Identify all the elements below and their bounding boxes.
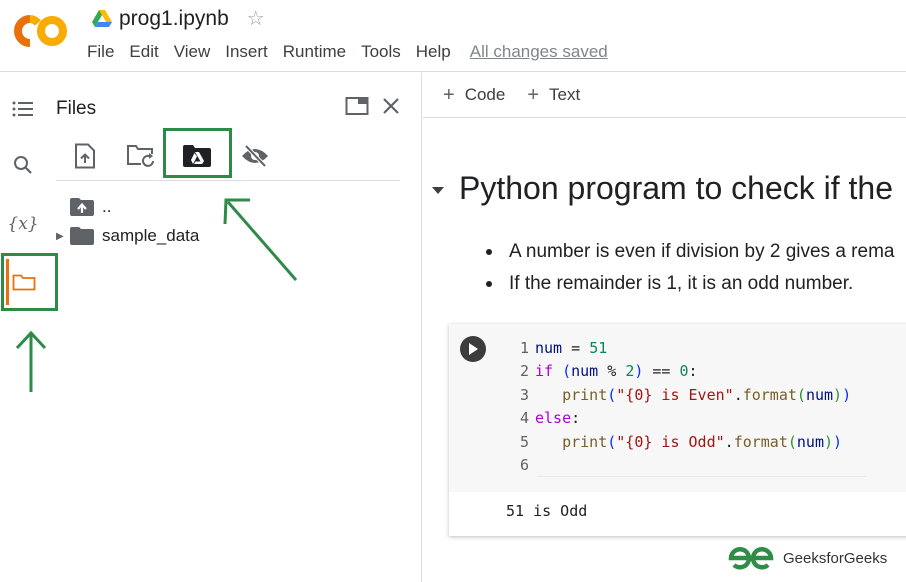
add-text-cell-button[interactable]: + Text: [527, 84, 580, 107]
upload-file-icon: [75, 143, 95, 169]
open-in-tab-button[interactable]: [344, 93, 370, 119]
code-line: 5 print("{0} is Odd". format(num)): [519, 432, 843, 451]
code-line: 2 if (num % 2) == 0:: [519, 362, 698, 381]
refresh-button[interactable]: [126, 141, 156, 171]
notebook-title[interactable]: prog1.ipynb: [119, 7, 229, 31]
hide-files-icon: [242, 144, 268, 168]
section-heading: Python program to check if the: [459, 170, 893, 206]
add-code-cell-button[interactable]: + Code: [443, 84, 505, 107]
menu-tools[interactable]: Tools: [361, 42, 401, 62]
folder-icon: [70, 227, 94, 245]
search-button[interactable]: [0, 153, 46, 177]
run-cell-button[interactable]: [460, 336, 486, 362]
upload-file-button[interactable]: [70, 141, 100, 171]
bullet-list: A number is even if division by 2 gives …: [486, 236, 894, 300]
code-line: 4 else:: [519, 409, 581, 428]
expand-caret-icon[interactable]: ▶: [56, 231, 70, 242]
tree-item-parent[interactable]: ..: [56, 195, 111, 219]
menu-insert[interactable]: Insert: [225, 42, 268, 62]
tree-item-label: sample_data: [102, 226, 200, 245]
colab-logo[interactable]: [14, 12, 70, 50]
menu-bar: File Edit View Insert Runtime Tools Help…: [87, 42, 608, 62]
open-in-tab-icon: [345, 97, 369, 115]
menu-file[interactable]: File: [87, 42, 114, 62]
files-panel: Files .. ▶ sample_data: [46, 73, 422, 582]
search-icon: [14, 156, 32, 174]
close-icon: [383, 98, 399, 114]
menu-edit[interactable]: Edit: [129, 42, 158, 62]
header: prog1.ipynb ☆ File Edit View Insert Runt…: [0, 0, 906, 72]
cell-output: 51 is Odd: [506, 502, 588, 520]
plus-icon: +: [443, 83, 455, 106]
menu-runtime[interactable]: Runtime: [283, 42, 346, 62]
annotation-box-mount-drive: [163, 128, 232, 178]
close-panel-button[interactable]: [378, 93, 404, 119]
tree-item-sample-data[interactable]: ▶ sample_data: [56, 224, 199, 248]
files-panel-title: Files: [56, 98, 97, 119]
list-item: If the remainder is 1, it is an odd numb…: [486, 268, 894, 300]
notebook-toolbar: + Code + Text: [423, 73, 906, 118]
watermark-text: GeeksforGeeks: [783, 549, 888, 567]
variables-icon: {x}: [7, 214, 39, 234]
table-of-contents-button[interactable]: [0, 97, 46, 121]
code-line: 1 num = 51: [519, 338, 608, 357]
code-line: 3 print("{0} is Even". format(num)): [519, 385, 852, 404]
refresh-folder-icon: [127, 145, 154, 167]
google-drive-icon: [92, 10, 112, 27]
table-of-contents-icon: [12, 101, 33, 117]
code-editor[interactable]: 1 num = 51 2 if (num % 2) == 0: 3 print(…: [501, 324, 906, 492]
play-icon: [469, 343, 478, 355]
save-status-link[interactable]: All changes saved: [470, 42, 608, 62]
menu-view[interactable]: View: [174, 42, 211, 62]
left-rail: {x}: [0, 73, 46, 582]
watermark: GeeksforGeeks: [727, 546, 887, 570]
menu-help[interactable]: Help: [416, 42, 451, 62]
parent-folder-icon: [70, 198, 94, 216]
tree-item-label: ..: [102, 197, 112, 216]
star-icon[interactable]: ☆: [247, 9, 265, 29]
code-cell[interactable]: 1 num = 51 2 if (num % 2) == 0: 3 print(…: [449, 324, 906, 536]
hide-files-button[interactable]: [240, 141, 270, 171]
collapse-section-icon[interactable]: [430, 182, 446, 198]
code-line: 6: [519, 456, 529, 475]
plus-icon: +: [527, 83, 540, 106]
variables-button[interactable]: {x}: [0, 211, 46, 237]
list-item: A number is even if division by 2 gives …: [486, 236, 894, 268]
gfg-logo-icon: [728, 547, 774, 570]
